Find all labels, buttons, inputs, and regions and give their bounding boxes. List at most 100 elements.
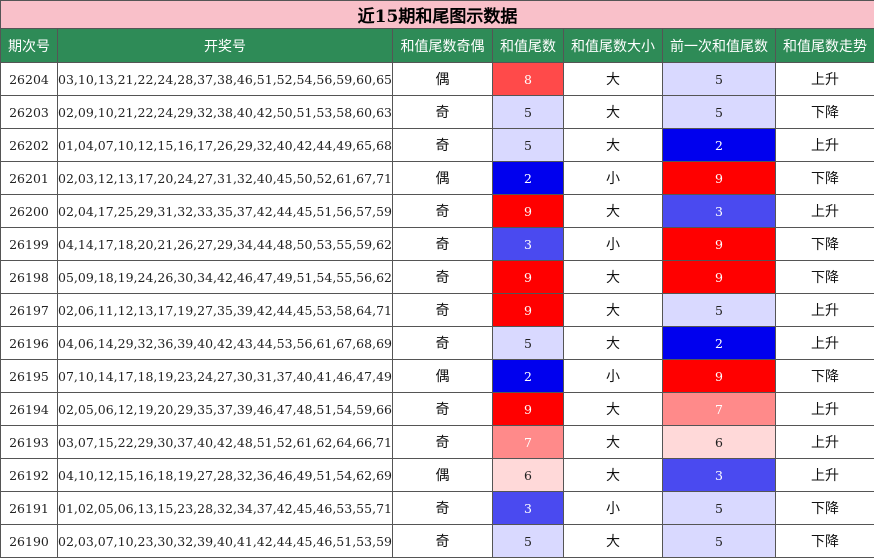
header-prev-tail: 前一次和值尾数: [662, 28, 776, 63]
header-trend: 和值尾数走势: [775, 28, 874, 63]
table-body: 26204 03,10,13,21,22,24,28,37,38,46,51,52…: [0, 62, 874, 558]
header-issue: 期次号: [0, 28, 58, 63]
cell-size: 小: [563, 491, 663, 525]
cell-parity: 偶: [392, 458, 493, 492]
cell-size: 大: [563, 95, 663, 129]
cell-trend: 上升: [775, 392, 874, 426]
table-title: 近15期和尾图示数据: [0, 0, 874, 29]
cell-size: 大: [563, 425, 663, 459]
cell-tail: 5: [492, 95, 564, 129]
cell-prev-tail: 2: [662, 128, 776, 162]
cell-issue: 26200: [0, 194, 58, 228]
cell-parity: 奇: [392, 260, 493, 294]
cell-issue: 26201: [0, 161, 58, 195]
cell-prev-tail: 5: [662, 62, 776, 96]
table-row: 26190 02,03,07,10,23,30,32,39,40,41,42,44…: [0, 524, 874, 558]
table-row: 26194 02,05,06,12,19,20,29,35,37,39,46,47…: [0, 392, 874, 426]
cell-issue: 26194: [0, 392, 58, 426]
cell-issue: 26193: [0, 425, 58, 459]
table-row: 26198 05,09,18,19,24,26,30,34,42,46,47,49…: [0, 260, 874, 294]
cell-numbers: 02,09,10,21,22,24,29,32,38,40,42,50,51,5…: [57, 95, 393, 129]
cell-prev-tail: 5: [662, 524, 776, 558]
cell-prev-tail: 5: [662, 293, 776, 327]
cell-numbers: 02,03,12,13,17,20,24,27,31,32,40,45,50,5…: [57, 161, 393, 195]
cell-trend: 下降: [775, 359, 874, 393]
cell-parity: 偶: [392, 62, 493, 96]
cell-prev-tail: 6: [662, 425, 776, 459]
cell-issue: 26204: [0, 62, 58, 96]
cell-tail: 6: [492, 458, 564, 492]
cell-numbers: 01,04,07,10,12,15,16,17,26,29,32,40,42,4…: [57, 128, 393, 162]
cell-size: 大: [563, 128, 663, 162]
header-numbers: 开奖号: [57, 28, 393, 63]
cell-size: 小: [563, 161, 663, 195]
cell-numbers: 02,03,07,10,23,30,32,39,40,41,42,44,45,4…: [57, 524, 393, 558]
table-row: 26197 02,06,11,12,13,17,19,27,35,39,42,44…: [0, 293, 874, 327]
cell-issue: 26195: [0, 359, 58, 393]
cell-numbers: 03,07,15,22,29,30,37,40,42,48,51,52,61,6…: [57, 425, 393, 459]
cell-trend: 上升: [775, 62, 874, 96]
cell-parity: 奇: [392, 524, 493, 558]
table-row: 26202 01,04,07,10,12,15,16,17,26,29,32,40…: [0, 128, 874, 162]
cell-tail: 5: [492, 326, 564, 360]
table-row: 26201 02,03,12,13,17,20,24,27,31,32,40,45…: [0, 161, 874, 195]
cell-parity: 奇: [392, 293, 493, 327]
cell-prev-tail: 9: [662, 260, 776, 294]
cell-trend: 上升: [775, 425, 874, 459]
cell-parity: 偶: [392, 161, 493, 195]
cell-numbers: 05,09,18,19,24,26,30,34,42,46,47,49,51,5…: [57, 260, 393, 294]
cell-numbers: 02,06,11,12,13,17,19,27,35,39,42,44,45,5…: [57, 293, 393, 327]
cell-tail: 5: [492, 524, 564, 558]
cell-parity: 奇: [392, 491, 493, 525]
cell-issue: 26197: [0, 293, 58, 327]
cell-issue: 26192: [0, 458, 58, 492]
cell-tail: 9: [492, 293, 564, 327]
cell-prev-tail: 9: [662, 161, 776, 195]
cell-trend: 上升: [775, 458, 874, 492]
cell-numbers: 02,04,17,25,29,31,32,33,35,37,42,44,45,5…: [57, 194, 393, 228]
cell-prev-tail: 5: [662, 491, 776, 525]
cell-parity: 奇: [392, 227, 493, 261]
cell-numbers: 04,06,14,29,32,36,39,40,42,43,44,53,56,6…: [57, 326, 393, 360]
table-row: 26203 02,09,10,21,22,24,29,32,38,40,42,50…: [0, 95, 874, 129]
cell-prev-tail: 3: [662, 458, 776, 492]
cell-parity: 偶: [392, 359, 493, 393]
cell-trend: 下降: [775, 491, 874, 525]
cell-trend: 下降: [775, 260, 874, 294]
cell-trend: 上升: [775, 128, 874, 162]
cell-size: 大: [563, 392, 663, 426]
cell-parity: 奇: [392, 194, 493, 228]
cell-tail: 9: [492, 260, 564, 294]
cell-parity: 奇: [392, 128, 493, 162]
cell-trend: 上升: [775, 194, 874, 228]
cell-tail: 5: [492, 128, 564, 162]
table-row: 26195 07,10,14,17,18,19,23,24,27,30,31,37…: [0, 359, 874, 393]
table-row: 26204 03,10,13,21,22,24,28,37,38,46,51,52…: [0, 62, 874, 96]
cell-issue: 26190: [0, 524, 58, 558]
cell-size: 大: [563, 524, 663, 558]
cell-numbers: 01,02,05,06,13,15,23,28,32,34,37,42,45,4…: [57, 491, 393, 525]
cell-size: 小: [563, 359, 663, 393]
cell-prev-tail: 9: [662, 359, 776, 393]
cell-parity: 奇: [392, 326, 493, 360]
cell-size: 大: [563, 194, 663, 228]
cell-size: 大: [563, 293, 663, 327]
table-row: 26191 01,02,05,06,13,15,23,28,32,34,37,42…: [0, 491, 874, 525]
cell-trend: 上升: [775, 326, 874, 360]
cell-prev-tail: 2: [662, 326, 776, 360]
cell-trend: 下降: [775, 524, 874, 558]
cell-trend: 下降: [775, 161, 874, 195]
cell-trend: 下降: [775, 227, 874, 261]
cell-issue: 26191: [0, 491, 58, 525]
cell-issue: 26198: [0, 260, 58, 294]
cell-prev-tail: 5: [662, 95, 776, 129]
cell-trend: 下降: [775, 95, 874, 129]
cell-prev-tail: 3: [662, 194, 776, 228]
cell-issue: 26203: [0, 95, 58, 129]
cell-tail: 2: [492, 161, 564, 195]
table-row: 26196 04,06,14,29,32,36,39,40,42,43,44,53…: [0, 326, 874, 360]
cell-numbers: 04,10,12,15,16,18,19,27,28,32,36,46,49,5…: [57, 458, 393, 492]
cell-tail: 2: [492, 359, 564, 393]
cell-trend: 上升: [775, 293, 874, 327]
cell-numbers: 04,14,17,18,20,21,26,27,29,34,44,48,50,5…: [57, 227, 393, 261]
